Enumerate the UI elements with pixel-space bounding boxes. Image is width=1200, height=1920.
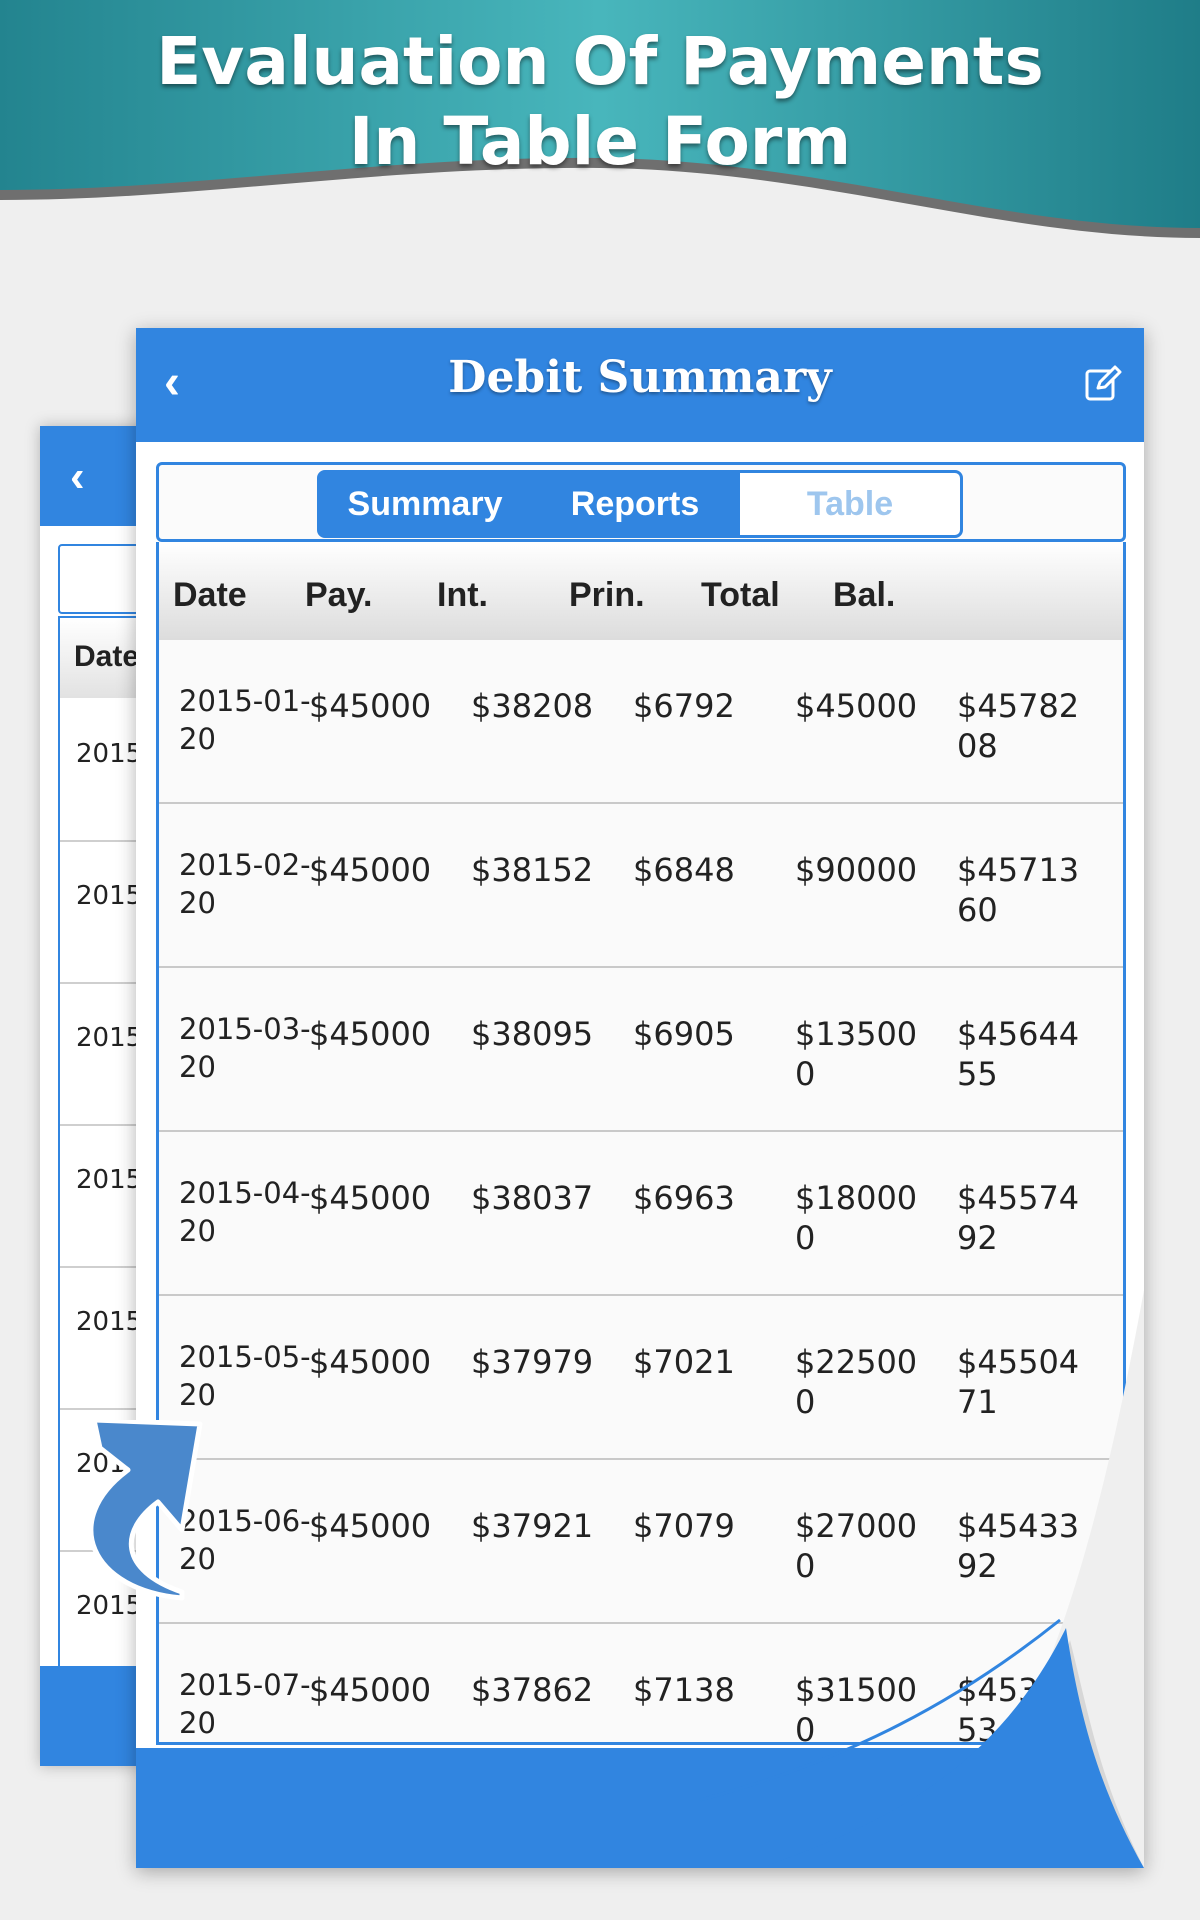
tab-summary[interactable]: Summary [320, 473, 530, 535]
cell-interest: $37862 [471, 1671, 594, 1709]
cell-interest: $37921 [471, 1507, 594, 1545]
app-footer [136, 1748, 1144, 1868]
table-row[interactable]: 2015-03-20 $45000 $38095 $6905 $135000 $… [159, 968, 1123, 1132]
cell-payment: $45000 [309, 1507, 432, 1545]
edit-button[interactable] [1084, 364, 1122, 402]
chevron-left-icon: ‹ [70, 452, 85, 501]
screen-title: Debit Summary [448, 352, 832, 403]
cell-total: $315000 [795, 1671, 918, 1745]
cell-payment: $45000 [309, 687, 432, 725]
table-row[interactable]: 2015-07-20 $45000 $37862 $7138 $315000 $… [159, 1624, 1123, 1745]
cell-balance: $4564455 [957, 1015, 1080, 1093]
table-row[interactable]: 2015-02-20 $45000 $38152 $6848 $90000 $4… [159, 804, 1123, 968]
cell-payment: $45000 [309, 1015, 432, 1053]
cell-date: 2015-05-20 [179, 1340, 311, 1412]
tab-bar: Summary Reports Table [156, 462, 1126, 542]
promo-banner: Evaluation Of Payments In Table Form [0, 0, 1200, 250]
cell-interest: $38095 [471, 1015, 594, 1053]
cell-principal: $6905 [633, 1015, 735, 1053]
column-header-total: Total [701, 576, 780, 614]
cell-date: 2015-04-20 [179, 1176, 311, 1248]
curved-arrow-icon [88, 1420, 203, 1601]
cell-interest: $38152 [471, 851, 594, 889]
cell-payment: $45000 [309, 1671, 432, 1709]
cell-balance: $4543392 [957, 1507, 1080, 1585]
table-row[interactable]: 2015-04-20 $45000 $38037 $6963 $180000 $… [159, 1132, 1123, 1296]
cell-total: $90000 [795, 851, 918, 889]
cell-payment: $45000 [309, 1343, 432, 1381]
cell-total: $270000 [795, 1507, 918, 1585]
cell-principal: $6963 [633, 1179, 735, 1217]
column-header-payment: Pay. [305, 576, 373, 614]
column-header-interest: Int. [437, 576, 488, 614]
cell-total: $45000 [795, 687, 918, 725]
table-header-row: Date Pay. Int. Prin. Total Bal. [159, 542, 1123, 642]
cell-principal: $6792 [633, 687, 735, 725]
cell-interest: $38037 [471, 1179, 594, 1217]
tab-table[interactable]: Table [740, 473, 960, 535]
cell-date: 2015-02-20 [179, 848, 311, 920]
table-row[interactable]: 2015-06-20 $45000 $37921 $7079 $270000 $… [159, 1460, 1123, 1624]
cell-interest: $38208 [471, 687, 594, 725]
debit-summary-screen: ‹ Debit Summary Summary Reports Table Da… [136, 328, 1144, 1868]
table-row[interactable]: 2015-01-20 $45000 $38208 $6792 $45000 $4… [159, 640, 1123, 804]
column-header-balance: Bal. [833, 576, 896, 614]
cell-interest: $37979 [471, 1343, 594, 1381]
cell-total: $225000 [795, 1343, 918, 1421]
cell-payment: $45000 [309, 1179, 432, 1217]
background-header-date: Date [74, 640, 140, 673]
promo-canvas: Evaluation Of Payments In Table Form ‹ D… [0, 0, 1200, 1920]
table-row[interactable]: 2015-05-20 $45000 $37979 $7021 $225000 $… [159, 1296, 1123, 1460]
banner-title-line-2: In Table Form [348, 103, 852, 180]
cell-total: $180000 [795, 1179, 918, 1257]
cell-balance: $4536253 [957, 1671, 1080, 1745]
cell-balance: $4557492 [957, 1179, 1080, 1257]
cell-balance: $4571360 [957, 851, 1080, 929]
cell-principal: $6848 [633, 851, 735, 889]
cell-total: $135000 [795, 1015, 918, 1093]
banner-title: Evaluation Of Payments In Table Form [0, 22, 1200, 182]
segmented-control: Summary Reports Table [317, 470, 963, 538]
column-header-principal: Prin. [569, 576, 645, 614]
cell-date: 2015-01-20 [179, 684, 311, 756]
cell-balance: $4578208 [957, 687, 1080, 765]
cell-principal: $7079 [633, 1507, 735, 1545]
app-header: ‹ Debit Summary [136, 328, 1144, 442]
cell-date: 2015-07-20 [179, 1668, 311, 1740]
cell-payment: $45000 [309, 851, 432, 889]
cell-principal: $7138 [633, 1671, 735, 1709]
edit-icon [1085, 365, 1122, 401]
cell-principal: $7021 [633, 1343, 735, 1381]
cell-date: 2015-03-20 [179, 1012, 311, 1084]
cell-balance: $4550471 [957, 1343, 1080, 1421]
banner-title-line-1: Evaluation Of Payments [156, 23, 1044, 100]
tab-reports[interactable]: Reports [530, 473, 740, 535]
column-header-date: Date [173, 576, 247, 614]
payments-table: Date Pay. Int. Prin. Total Bal. 2015-01-… [156, 542, 1126, 1745]
